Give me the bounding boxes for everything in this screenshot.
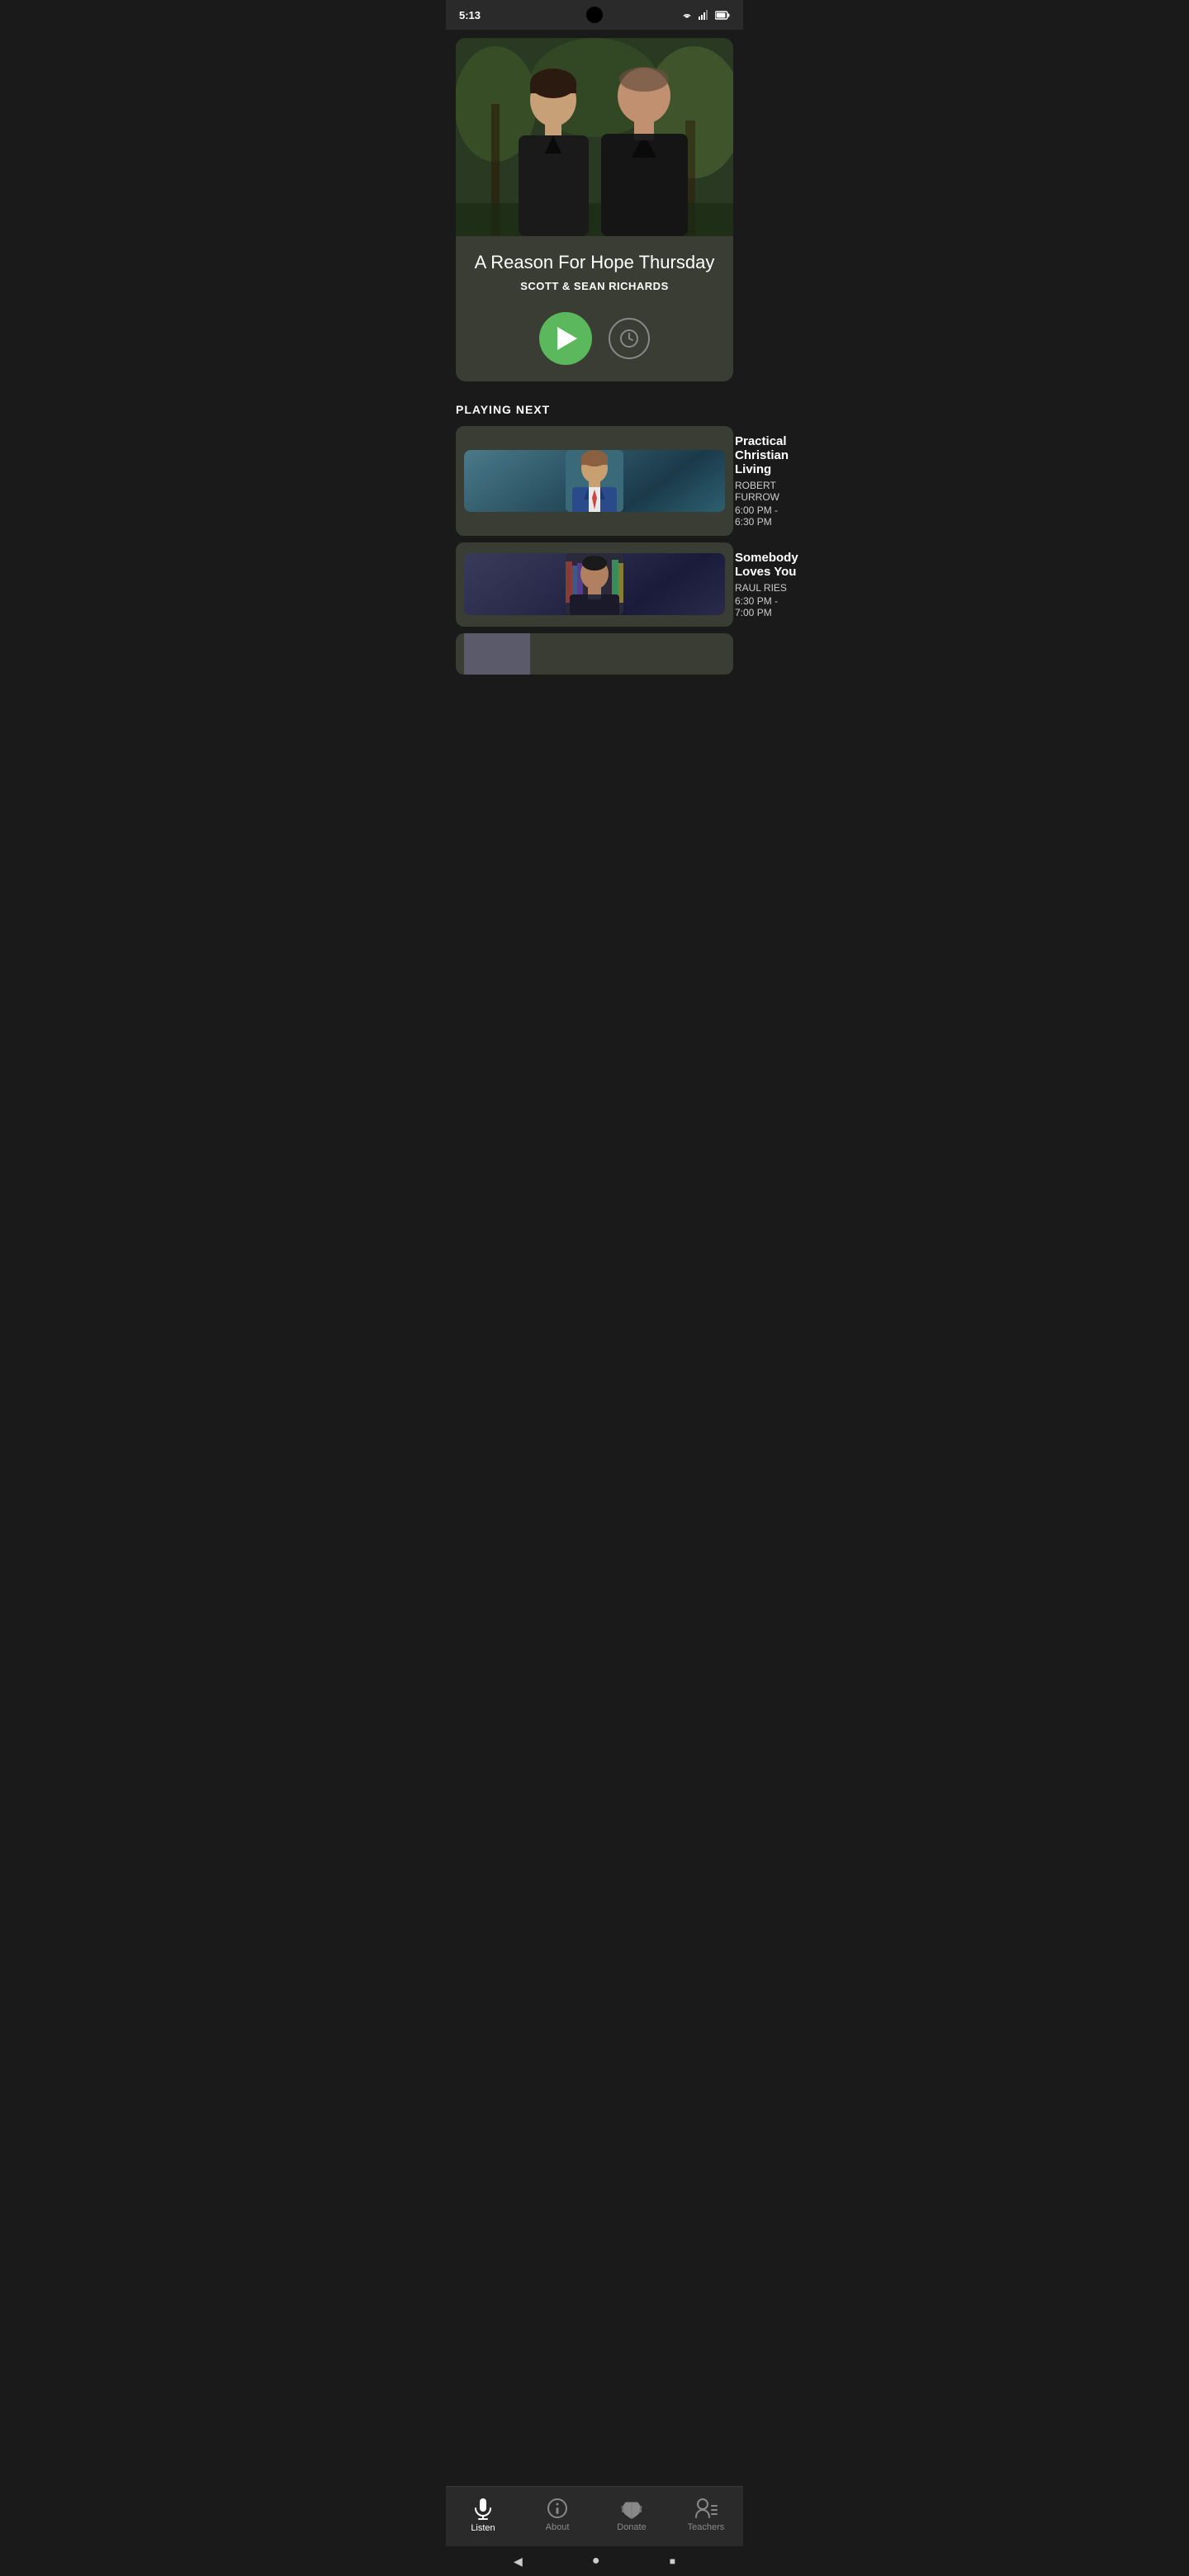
- nav-item-about[interactable]: About: [520, 2494, 594, 2536]
- playback-controls: [469, 312, 720, 365]
- content-wrapper: A Reason For Hope Thursday SCOTT & SEAN …: [446, 38, 743, 795]
- bottom-navigation: Listen About Donate: [446, 2486, 743, 2546]
- android-back-btn[interactable]: ◀: [514, 2555, 523, 2569]
- wifi-icon: [680, 10, 694, 20]
- status-icons: [680, 10, 730, 20]
- nav-label-teachers: Teachers: [688, 2522, 725, 2532]
- status-time: 5:13: [459, 9, 481, 21]
- next-item-2-info: Somebody Loves You RAUL RIES 6:30 PM - 7…: [735, 551, 798, 618]
- signal-icon: [699, 10, 710, 20]
- next-item-1-info: Practical Christian Living ROBERT FURROW…: [735, 434, 789, 528]
- nav-item-listen[interactable]: Listen: [446, 2493, 520, 2536]
- play-button[interactable]: [539, 312, 592, 365]
- nav-item-teachers[interactable]: Teachers: [669, 2494, 743, 2536]
- next-item-2-thumb: [464, 553, 725, 615]
- camera-notch: [586, 7, 603, 23]
- nav-label-listen: Listen: [471, 2523, 495, 2533]
- nav-label-donate: Donate: [617, 2522, 646, 2532]
- android-recent-btn[interactable]: ■: [670, 2555, 675, 2567]
- next-item-2-host: RAUL RIES: [735, 582, 798, 594]
- clock-icon: [619, 329, 639, 348]
- show-hosts: SCOTT & SEAN RICHARDS: [469, 280, 720, 292]
- next-item-2-title: Somebody Loves You: [735, 551, 798, 579]
- info-icon: [547, 2498, 568, 2519]
- nav-item-donate[interactable]: Donate: [594, 2494, 669, 2536]
- main-show-card: A Reason For Hope Thursday SCOTT & SEAN …: [456, 38, 733, 381]
- schedule-button[interactable]: [609, 318, 650, 359]
- next-item-1-title: Practical Christian Living: [735, 434, 789, 476]
- next-item-2[interactable]: Somebody Loves You RAUL RIES 6:30 PM - 7…: [456, 542, 733, 627]
- next-item-3-thumb: [464, 633, 530, 675]
- raul-ries-image: [566, 553, 623, 615]
- next-item-3-partial: [456, 633, 733, 675]
- next-item-1-host: ROBERT FURROW: [735, 480, 789, 503]
- next-item-1-thumb: [464, 450, 725, 512]
- next-item-1[interactable]: Practical Christian Living ROBERT FURROW…: [456, 426, 733, 536]
- android-nav-bar: ◀ ● ■: [446, 2546, 743, 2576]
- battery-icon: [715, 11, 730, 20]
- show-image: [456, 38, 733, 236]
- show-info: A Reason For Hope Thursday SCOTT & SEAN …: [456, 236, 733, 381]
- play-icon: [557, 327, 577, 350]
- robert-furrow-image: [566, 450, 623, 512]
- android-home-btn[interactable]: ●: [592, 2554, 600, 2569]
- playing-next-label: PLAYING NEXT: [456, 403, 733, 416]
- show-title: A Reason For Hope Thursday: [469, 251, 720, 275]
- nav-label-about: About: [546, 2522, 570, 2532]
- mic-icon: [472, 2497, 494, 2520]
- teachers-icon: [694, 2498, 718, 2519]
- status-bar: 5:13: [446, 0, 743, 30]
- next-item-1-time: 6:00 PM - 6:30 PM: [735, 504, 789, 528]
- playing-next-section: PLAYING NEXT: [446, 390, 743, 688]
- next-item-2-time: 6:30 PM - 7:00 PM: [735, 595, 798, 618]
- donate-icon: [620, 2498, 643, 2519]
- background-scene: [456, 38, 733, 236]
